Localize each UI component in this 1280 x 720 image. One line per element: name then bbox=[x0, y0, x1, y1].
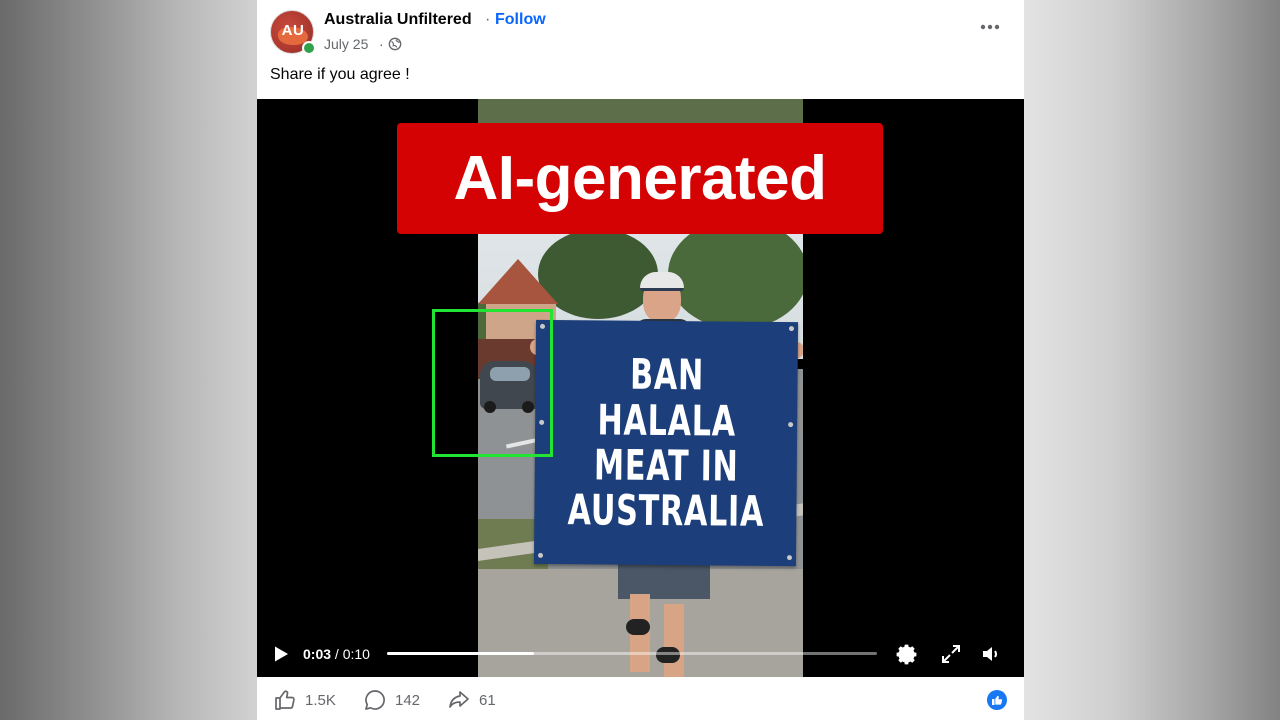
name-separator: · bbox=[485, 11, 491, 28]
avatar-letters: AU bbox=[281, 22, 305, 39]
time-separator: / bbox=[331, 646, 343, 662]
like-count[interactable]: 1.5K bbox=[305, 692, 336, 709]
ai-generated-label: AI-generated bbox=[397, 123, 883, 234]
blurred-background-right bbox=[1024, 0, 1280, 720]
protest-banner: BAN HALALA MEAT IN AUSTRALIA bbox=[533, 319, 799, 567]
follow-button[interactable]: Follow bbox=[495, 11, 546, 29]
progress-bar[interactable] bbox=[387, 652, 877, 655]
post-date-link[interactable]: July 25 bbox=[324, 36, 368, 52]
man-cap bbox=[640, 272, 684, 291]
like-icon[interactable] bbox=[273, 688, 297, 712]
date-separator: · bbox=[379, 36, 384, 52]
settings-icon[interactable] bbox=[895, 642, 919, 666]
ai-generated-text: AI-generated bbox=[453, 144, 827, 213]
post-caption: Share if you agree ! bbox=[270, 66, 410, 83]
fullscreen-icon[interactable] bbox=[939, 642, 963, 666]
comment-icon[interactable] bbox=[363, 688, 387, 712]
share-count[interactable]: 61 bbox=[479, 692, 496, 709]
like-reaction-icon bbox=[987, 690, 1007, 710]
facebook-post: AU Australia Unfiltered · Follow July 25… bbox=[257, 0, 1024, 720]
more-options-icon[interactable] bbox=[977, 14, 1003, 40]
banner-line-4: AUSTRALIA bbox=[566, 485, 764, 537]
duration: 0:10 bbox=[342, 646, 370, 662]
highlight-box bbox=[432, 309, 553, 457]
banner-line-1: BAN bbox=[629, 349, 704, 400]
current-time: 0:03 bbox=[303, 646, 332, 662]
play-icon[interactable] bbox=[272, 645, 290, 663]
video-controls: 0:03 / 0:10 bbox=[257, 634, 1024, 674]
online-status-dot bbox=[302, 41, 316, 55]
blurred-background-left bbox=[0, 0, 257, 720]
page-name-link[interactable]: Australia Unfiltered bbox=[324, 11, 472, 29]
banner-line-3: MEAT IN bbox=[593, 440, 739, 491]
video-time: 0:03 / 0:10 bbox=[303, 646, 370, 662]
video-player[interactable]: BAN HALALA MEAT IN AUSTRALIA AI-generate… bbox=[257, 99, 1024, 677]
banner-line-2: HALALA bbox=[596, 395, 736, 446]
globe-icon bbox=[388, 37, 402, 51]
reaction-bar: 1.5K 142 61 bbox=[257, 680, 1024, 720]
progress-fill bbox=[387, 652, 534, 655]
comment-count[interactable]: 142 bbox=[395, 692, 420, 709]
volume-icon[interactable] bbox=[979, 642, 1003, 666]
share-icon[interactable] bbox=[447, 688, 471, 712]
